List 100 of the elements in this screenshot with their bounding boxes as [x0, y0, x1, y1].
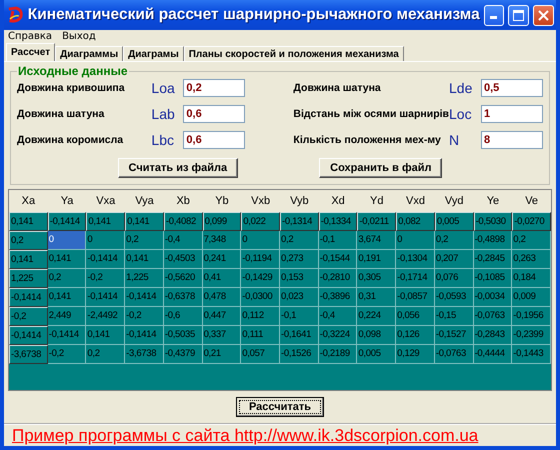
table-cell[interactable]: 0,305: [357, 269, 396, 288]
table-cell[interactable]: 1,225: [125, 269, 164, 288]
tab[interactable]: Рассчет: [6, 43, 56, 61]
table-cell[interactable]: 0: [48, 231, 86, 250]
table-cell[interactable]: -0,2845: [474, 250, 512, 269]
table-cell[interactable]: 0,141: [125, 250, 164, 269]
table-cell[interactable]: 0,2: [9, 231, 48, 250]
tab[interactable]: Диаграмы: [123, 46, 184, 61]
table-cell[interactable]: -0,1414: [86, 288, 126, 307]
table-cell[interactable]: 0,2: [86, 345, 126, 364]
file-button[interactable]: Сохранить в файл: [319, 158, 442, 178]
table-cell[interactable]: -0,4082: [164, 212, 203, 231]
input-field[interactable]: 8: [481, 131, 543, 149]
table-cell[interactable]: -0,4444: [474, 345, 512, 364]
menu-item[interactable]: Выход: [62, 31, 96, 42]
table-cell[interactable]: 0,153: [280, 269, 319, 288]
table-cell[interactable]: -0,2: [9, 307, 48, 326]
table-cell[interactable]: 0,126: [396, 326, 435, 345]
table-cell[interactable]: -0,0763: [474, 307, 512, 326]
input-field[interactable]: 0,5: [481, 79, 543, 97]
maximize-button[interactable]: [508, 4, 530, 26]
table-cell[interactable]: 0: [86, 231, 126, 250]
table-cell[interactable]: -0,1194: [241, 250, 280, 269]
table-cell[interactable]: -3,6738: [125, 345, 164, 364]
table-cell[interactable]: 0,009: [512, 288, 551, 307]
table-cell[interactable]: 7,348: [202, 231, 242, 250]
table-cell[interactable]: -0,1414: [48, 212, 86, 231]
table-cell[interactable]: -0,1085: [474, 269, 512, 288]
table-cell[interactable]: 0,2: [125, 231, 164, 250]
table-cell[interactable]: -0,1414: [86, 250, 126, 269]
table-cell[interactable]: 0,2: [48, 269, 86, 288]
table-cell[interactable]: -0,1714: [396, 269, 435, 288]
table-cell[interactable]: -0,4898: [474, 231, 512, 250]
site-link[interactable]: Пример программы с сайта http://www.ik.3dscorpion.com.ua: [12, 426, 478, 446]
table-cell[interactable]: -0,4: [164, 231, 203, 250]
table-cell[interactable]: 0,005: [434, 212, 474, 231]
table-cell[interactable]: 0,2: [512, 231, 551, 250]
table-cell[interactable]: -0,1956: [512, 307, 551, 326]
table-cell[interactable]: 2,449: [48, 307, 86, 326]
table-cell[interactable]: -0,2: [86, 269, 126, 288]
tab[interactable]: Планы скоростей и положения механизма: [184, 46, 404, 61]
table-cell[interactable]: -0,0593: [434, 288, 474, 307]
input-field[interactable]: 1: [481, 105, 543, 123]
table-cell[interactable]: -0,15: [434, 307, 474, 326]
table-cell[interactable]: 0,141: [86, 212, 126, 231]
table-cell[interactable]: 3,674: [357, 231, 396, 250]
table-cell[interactable]: -0,1334: [318, 212, 358, 231]
table-cell[interactable]: -0,4379: [164, 345, 203, 364]
table-cell[interactable]: 0,141: [48, 250, 86, 269]
table-cell[interactable]: -0,4: [318, 307, 358, 326]
tab[interactable]: Диаграммы: [55, 46, 124, 61]
table-cell[interactable]: 0,022: [241, 212, 280, 231]
table-cell[interactable]: 0,184: [512, 269, 551, 288]
table-cell[interactable]: 0,098: [357, 326, 396, 345]
table-cell[interactable]: -0,1: [318, 231, 358, 250]
table-cell[interactable]: 0,129: [396, 345, 435, 364]
table-cell[interactable]: 0,111: [241, 326, 280, 345]
table-cell[interactable]: 0,263: [512, 250, 551, 269]
table-cell[interactable]: -2,4492: [86, 307, 126, 326]
table-cell[interactable]: -0,0211: [357, 212, 396, 231]
table-cell[interactable]: 0,082: [396, 212, 435, 231]
table-cell[interactable]: 0,141: [86, 326, 126, 345]
table-cell[interactable]: -3,6738: [9, 345, 48, 364]
table-cell[interactable]: -0,4503: [164, 250, 203, 269]
table-cell[interactable]: 0,273: [280, 250, 319, 269]
calculate-button[interactable]: Рассчитать: [236, 397, 324, 417]
table-cell[interactable]: -0,5620: [164, 269, 203, 288]
table-cell[interactable]: -0,1443: [512, 345, 551, 364]
table-cell[interactable]: -0,5030: [474, 212, 512, 231]
input-field[interactable]: 0,6: [183, 131, 246, 149]
table-cell[interactable]: -0,0857: [396, 288, 435, 307]
file-button[interactable]: Считать из файла: [118, 158, 238, 178]
table-cell[interactable]: -0,2843: [474, 326, 512, 345]
table-cell[interactable]: -0,2399: [512, 326, 551, 345]
table-cell[interactable]: 0,141: [125, 212, 164, 231]
table-cell[interactable]: -0,1414: [48, 326, 86, 345]
table-cell[interactable]: -0,1526: [280, 345, 319, 364]
table-cell[interactable]: -0,1414: [125, 288, 164, 307]
table-cell[interactable]: 0,224: [357, 307, 396, 326]
table-cell[interactable]: 0,241: [202, 250, 242, 269]
table-cell[interactable]: -0,6: [164, 307, 203, 326]
table-cell[interactable]: -0,2: [125, 307, 164, 326]
table-cell[interactable]: -0,0300: [241, 288, 280, 307]
input-field[interactable]: 0,2: [183, 79, 246, 97]
table-cell[interactable]: 0: [396, 231, 435, 250]
table-cell[interactable]: -0,1544: [318, 250, 358, 269]
table-cell[interactable]: 0,2: [434, 231, 474, 250]
table-cell[interactable]: -0,1314: [280, 212, 319, 231]
table-cell[interactable]: -0,2: [48, 345, 86, 364]
table-cell[interactable]: 0,005: [357, 345, 396, 364]
table-cell[interactable]: -0,1414: [125, 326, 164, 345]
table-cell[interactable]: 0,207: [434, 250, 474, 269]
table-cell[interactable]: -0,1414: [9, 326, 48, 345]
table-cell[interactable]: 0,191: [357, 250, 396, 269]
table-cell[interactable]: 0,023: [280, 288, 319, 307]
table-cell[interactable]: -0,2189: [318, 345, 358, 364]
table-cell[interactable]: -0,3224: [318, 326, 358, 345]
table-cell[interactable]: -0,1304: [396, 250, 435, 269]
table-cell[interactable]: 0: [241, 231, 280, 250]
table-cell[interactable]: 0,141: [9, 212, 48, 231]
